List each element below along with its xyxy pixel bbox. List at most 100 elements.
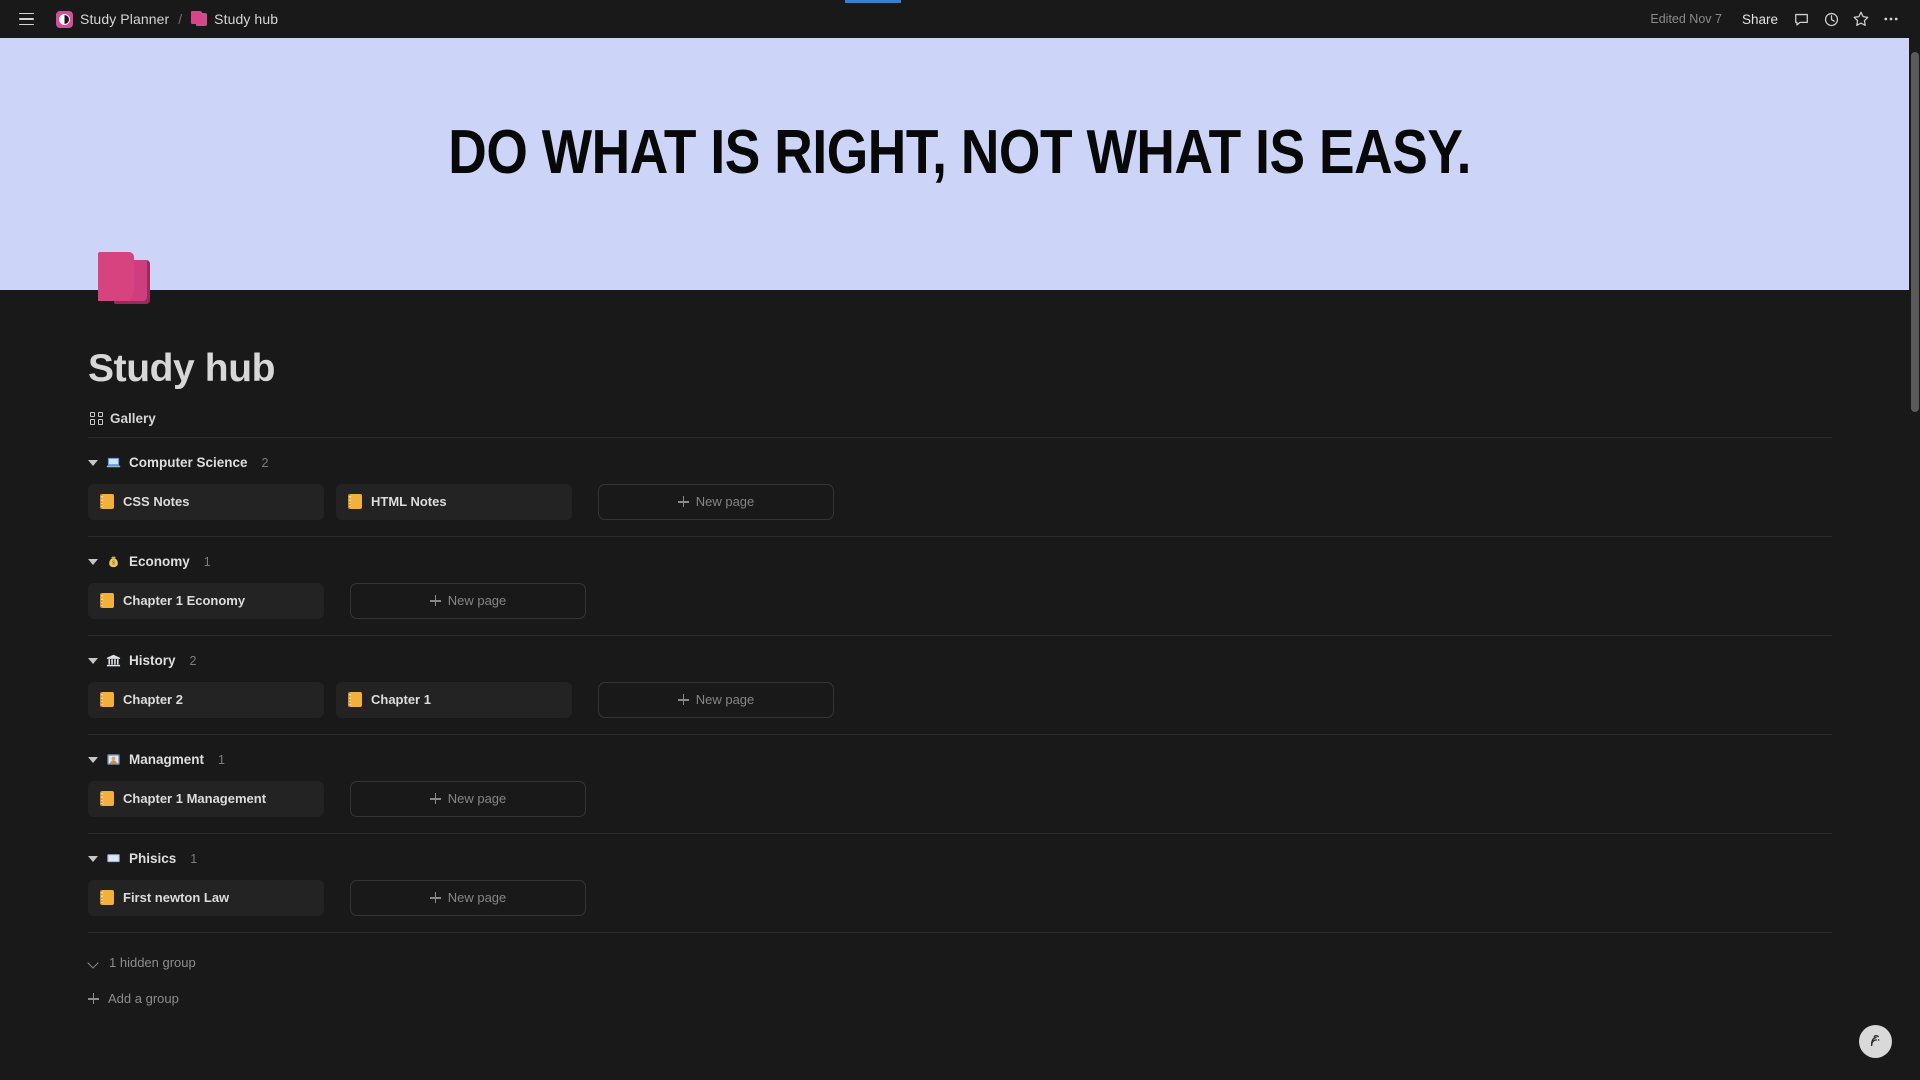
group-count: 2 (261, 455, 269, 470)
new-page-label: New page (447, 890, 507, 906)
plus-icon (88, 993, 99, 1005)
cover-quote-text: DO WHAT IS RIGHT, NOT WHAT IS EASY. (448, 118, 1472, 187)
group-header-history: History 2 (88, 650, 1832, 672)
gallery-card-label: HTML Notes (371, 494, 447, 510)
group-collapse-caret[interactable] (88, 854, 98, 864)
gallery-group: Phisics 1 First newton Law New page (88, 834, 1832, 933)
group-cards-row: First newton Law New page (88, 879, 1832, 933)
breadcrumb-item-study-hub[interactable]: Study hub (185, 8, 284, 30)
gallery-card[interactable]: Chapter 1 Management (88, 780, 324, 817)
group-collapse-caret[interactable] (88, 656, 98, 666)
star-icon[interactable] (1846, 5, 1876, 33)
gallery-card[interactable]: CSS Notes (88, 483, 324, 520)
new-page-button[interactable]: New page (350, 879, 586, 916)
topbar-right: Edited Nov 7 Share (1650, 5, 1906, 33)
tab-gallery[interactable]: Gallery (88, 409, 162, 428)
gallery-card[interactable]: First newton Law (88, 879, 324, 916)
help-assistant-button[interactable] (1859, 1025, 1892, 1058)
new-page-button[interactable]: New page (350, 582, 586, 619)
history-icon[interactable] (1816, 5, 1846, 33)
tab-gallery-label: Gallery (110, 410, 156, 426)
group-collapse-caret[interactable] (88, 557, 98, 567)
group-name[interactable]: Managment (129, 752, 204, 767)
more-options-icon[interactable] (1876, 5, 1906, 33)
page-body: Study hub Gallery Computer Science 2 CSS N… (0, 252, 1920, 1080)
gallery-group: Managment 1 Chapter 1 Management New page (88, 735, 1832, 834)
topbar: Study Planner / Study hub Edited Nov 7 S… (0, 0, 1920, 38)
database-view-tabs: Gallery (88, 409, 1832, 438)
page-title[interactable]: Study hub (88, 290, 1832, 391)
gallery-card[interactable]: Chapter 1 (336, 681, 572, 718)
gallery-grid-icon (90, 411, 103, 425)
gallery-card-label: CSS Notes (123, 494, 190, 510)
gallery-card[interactable]: Chapter 2 (88, 681, 324, 718)
gallery-card[interactable]: HTML Notes (336, 483, 572, 520)
gallery-card-label: Chapter 1 (371, 692, 431, 708)
group-count: 2 (189, 653, 197, 668)
group-header-computer-science: Computer Science 2 (88, 452, 1832, 474)
add-group-button[interactable]: Add a group (88, 985, 187, 1013)
breadcrumb-label-study-planner: Study Planner (80, 11, 170, 27)
new-page-label: New page (695, 692, 755, 708)
plus-icon (677, 496, 689, 508)
new-page-button[interactable]: New page (598, 681, 834, 718)
page-load-progress (845, 0, 901, 3)
gallery-footer: 1 hidden group Add a group (88, 933, 1832, 1013)
group-cards-row: Chapter 1 Economy New page (88, 582, 1832, 636)
chevron-down-icon (88, 957, 100, 969)
share-button[interactable]: Share (1734, 8, 1786, 31)
group-name[interactable]: Computer Science (129, 455, 248, 470)
add-group-label: Add a group (108, 991, 179, 1007)
screen-icon (106, 851, 121, 866)
gallery-card-label: First newton Law (123, 890, 230, 906)
plus-icon (429, 793, 441, 805)
topbar-left: Study Planner / Study hub (12, 5, 284, 33)
notebook-icon (348, 692, 362, 708)
hidden-group-toggle[interactable]: 1 hidden group (88, 949, 204, 977)
group-collapse-caret[interactable] (88, 458, 98, 468)
notebook-icon (100, 791, 114, 807)
gallery-group: History 2 Chapter 2 Chapter 1 New page (88, 636, 1832, 735)
new-page-button[interactable]: New page (350, 780, 586, 817)
new-page-button[interactable]: New page (598, 483, 834, 520)
gallery-card-label: Chapter 1 Economy (123, 593, 246, 609)
gallery-card[interactable]: Chapter 1 Economy (88, 582, 324, 619)
group-count: 1 (190, 851, 198, 866)
money-bag-icon: $ (106, 554, 121, 569)
group-name[interactable]: Economy (129, 554, 190, 569)
group-header-phisics: Phisics 1 (88, 848, 1832, 870)
hamburger-menu-icon[interactable] (12, 5, 40, 33)
breadcrumb-separator: / (178, 11, 183, 27)
page-cover-image[interactable]: DO WHAT IS RIGHT, NOT WHAT IS EASY. (0, 38, 1920, 290)
group-header-economy: $ Economy 1 (88, 551, 1832, 573)
gallery-group: $ Economy 1 Chapter 1 Economy New page (88, 537, 1832, 636)
notebook-icon (100, 593, 114, 609)
group-cards-row: Chapter 1 Management New page (88, 780, 1832, 834)
laptop-icon (106, 455, 121, 470)
plus-icon (677, 694, 689, 706)
comment-icon[interactable] (1786, 5, 1816, 33)
new-page-label: New page (695, 494, 755, 510)
scrollbar-thumb[interactable] (1911, 52, 1919, 412)
study-hub-icon (191, 11, 208, 27)
new-page-label: New page (447, 593, 507, 609)
group-count: 1 (203, 554, 211, 569)
gallery-card-label: Chapter 2 (123, 692, 183, 708)
help-assistant-icon (1870, 1035, 1880, 1047)
page-icon-notebook-icon[interactable] (96, 252, 156, 312)
group-count: 1 (218, 752, 225, 767)
page-content: Study hub Gallery Computer Science 2 CSS N… (0, 290, 1920, 1013)
classical-building-icon (106, 653, 121, 668)
group-header-managment: Managment 1 (88, 749, 1832, 771)
group-name[interactable]: Phisics (129, 851, 176, 866)
gallery-card-label: Chapter 1 Management (123, 791, 267, 807)
edited-timestamp: Edited Nov 7 (1650, 12, 1722, 26)
vertical-scrollbar[interactable] (1909, 38, 1920, 1080)
hidden-group-label: 1 hidden group (109, 955, 196, 971)
group-collapse-caret[interactable] (88, 755, 98, 765)
plus-icon (429, 595, 441, 607)
breadcrumb-item-study-planner[interactable]: Study Planner (50, 8, 175, 31)
new-page-label: New page (447, 791, 507, 807)
group-name[interactable]: History (129, 653, 176, 668)
study-planner-icon (56, 10, 73, 28)
